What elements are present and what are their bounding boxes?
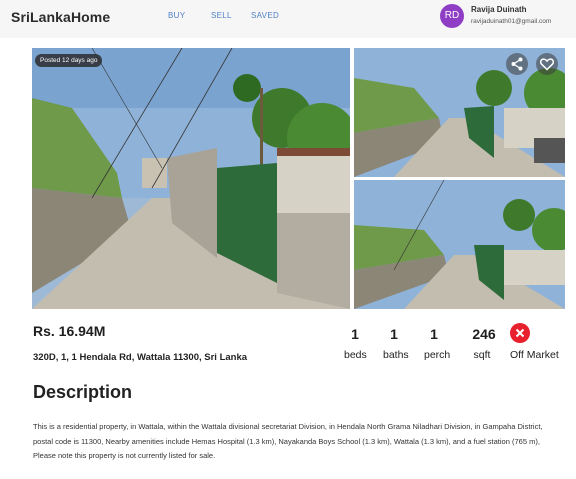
posted-badge: Posted 12 days ago (35, 54, 103, 67)
sqft-label: sqft (473, 349, 491, 361)
favorite-button[interactable] (536, 53, 558, 75)
beds-label: beds (344, 349, 367, 361)
status-label: Off Market (510, 349, 559, 361)
baths-value: 1 (390, 326, 398, 342)
side-photo-bottom[interactable] (354, 180, 565, 309)
baths-label: baths (383, 349, 409, 361)
description-title: Description (33, 382, 133, 402)
sqft-value: 246 (472, 326, 496, 342)
nav-buy[interactable]: BUY (168, 11, 185, 20)
address: 320D, 1, 1 Hendala Rd, Wattala 11300, Sr… (33, 352, 248, 363)
nav-sell[interactable]: SELL (211, 11, 232, 20)
perch-value: 1 (430, 326, 438, 342)
user-name: Ravija Duinath (471, 5, 527, 14)
top-header: SriLankaHome BUY SELL SAVED RD Ravija Du… (0, 0, 576, 38)
perch-label: perch (424, 349, 451, 361)
brand-logo[interactable]: SriLankaHome (11, 9, 110, 25)
description-text: This is a residential property, in Watta… (33, 422, 543, 460)
beds-value: 1 (351, 326, 359, 342)
share-icon (511, 57, 523, 71)
off-market-icon (510, 323, 530, 343)
nav-saved[interactable]: SAVED (251, 11, 279, 20)
heart-icon (539, 58, 555, 71)
share-button[interactable] (506, 53, 528, 75)
side-photo-top[interactable] (354, 48, 565, 177)
main-photo[interactable] (32, 48, 350, 309)
avatar[interactable]: RD (440, 4, 464, 28)
price: Rs. 16.94M (33, 323, 106, 339)
user-email: ravijaduinath01@gmail.com (471, 18, 552, 25)
